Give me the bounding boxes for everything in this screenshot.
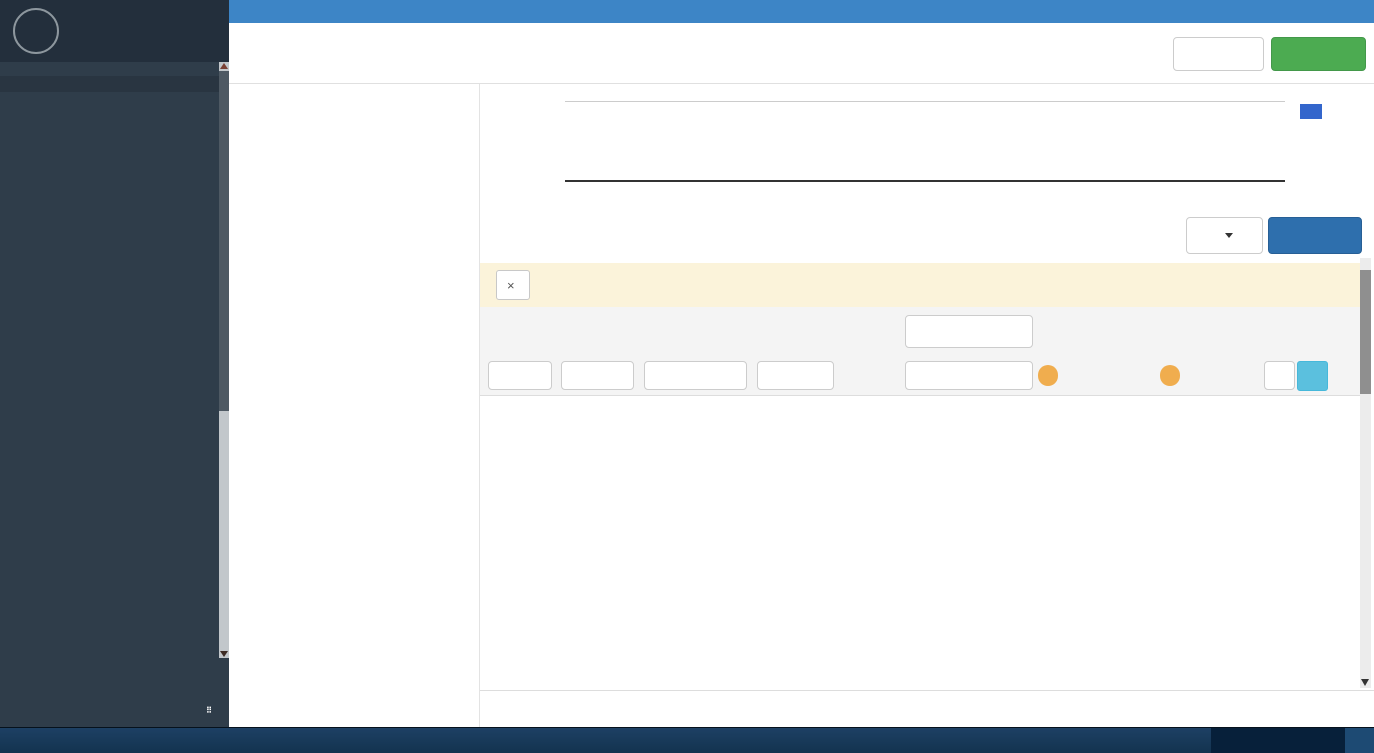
revisat-filter-select[interactable]: [1264, 361, 1295, 390]
brand-logo: ⠿: [206, 706, 215, 715]
costs-header: [480, 214, 1374, 258]
treballador-filter-select[interactable]: [561, 361, 634, 390]
table-filter-row: [480, 356, 1360, 396]
sidebar-altres-panel: [0, 76, 219, 92]
caret-down-icon: [1225, 233, 1233, 238]
facturar-button[interactable]: [1173, 37, 1264, 71]
accions-button[interactable]: [1186, 217, 1263, 254]
chevron-down-icon: [807, 368, 825, 384]
taskbar-search-input[interactable]: [1211, 728, 1345, 753]
brand-grid-icon: ⠿: [206, 706, 211, 715]
clear-filter-button[interactable]: ×: [496, 270, 530, 300]
page-header: [229, 23, 1374, 84]
sidebar-scrollbar-thumb[interactable]: [219, 71, 229, 411]
table-header-row: [480, 307, 1360, 356]
sidebar-gap: [0, 62, 219, 76]
avatar[interactable]: [13, 8, 59, 54]
taula-filter-select[interactable]: [644, 361, 747, 390]
guardar-button[interactable]: [1271, 37, 1366, 71]
active-filter-banner: ×: [480, 263, 1360, 307]
barcode-icon: [1214, 46, 1232, 62]
chart-top-gridline: [565, 101, 1285, 102]
apply-filter-button[interactable]: [1297, 361, 1328, 391]
sidebar: ⠿: [0, 0, 229, 727]
nou-cost-button[interactable]: [1268, 217, 1362, 254]
scroll-down-arrow-icon[interactable]: [1361, 679, 1369, 686]
chevron-down-icon: [607, 368, 625, 384]
edit-avatar-icon: [45, 40, 63, 56]
data-fi-input[interactable]: [905, 361, 1033, 390]
taskbar: [0, 727, 1374, 753]
main-content: ×: [480, 84, 1374, 727]
chart-x-axis-labels: [565, 190, 1285, 208]
app-window: ⠿: [0, 0, 1374, 753]
pagination-bar: [480, 690, 1374, 727]
sidebar-menu: [0, 62, 219, 660]
chevron-down-icon: [720, 368, 738, 384]
legend-swatch: [1300, 104, 1322, 119]
concepte-filter-input[interactable]: [488, 361, 552, 390]
chart-legend: [1300, 104, 1328, 119]
scroll-up-arrow-icon[interactable]: [220, 63, 228, 69]
header-buttons: [1173, 37, 1366, 71]
funnel-icon: [1304, 368, 1322, 384]
check-icon: [1306, 46, 1324, 62]
hours-bar-chart: [480, 88, 1374, 212]
chevron-down-icon: [1273, 368, 1291, 384]
window-titlebar: [229, 0, 1374, 23]
sidebar-footer: ⠿: [0, 660, 229, 727]
quantitat-sum-badge: [1038, 365, 1058, 386]
sidebar-header: [0, 0, 229, 62]
taskbar-end-block[interactable]: [1345, 728, 1374, 753]
project-subnav: [229, 84, 480, 727]
costs-table: [480, 307, 1360, 396]
content-scrollbar-thumb[interactable]: [1360, 270, 1371, 394]
content-scrollbar[interactable]: [1360, 258, 1371, 688]
article-filter-select[interactable]: [757, 361, 834, 390]
chart-plot-area: [565, 101, 1285, 182]
sidebar-scrollbar[interactable]: [219, 62, 229, 658]
total-sum-badge: [1160, 365, 1180, 386]
data-inici-input[interactable]: [905, 315, 1033, 348]
scroll-down-arrow-icon[interactable]: [220, 651, 228, 657]
close-icon: ×: [507, 278, 515, 293]
